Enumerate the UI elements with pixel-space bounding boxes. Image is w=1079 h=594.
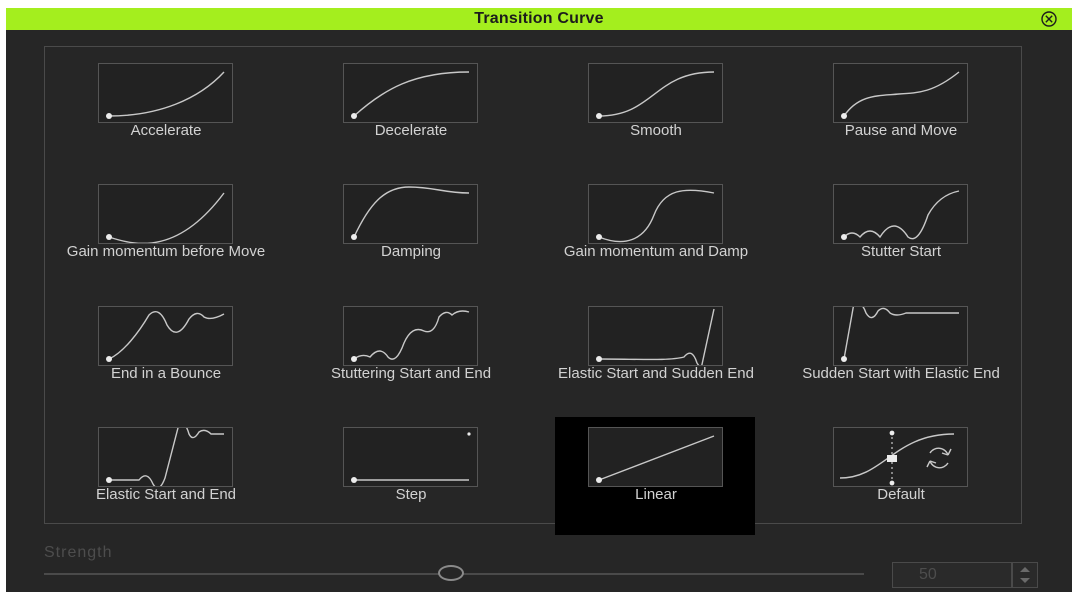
step-curve-icon [343,427,478,487]
preset-label: Pause and Move [844,122,958,139]
strength-value-input[interactable]: 50 [892,562,1012,588]
elastic-start-sudden-end-curve-icon [588,306,723,366]
preset-gain-momentum-and-damp[interactable]: Gain momentum and Damp [545,174,748,292]
preset-label: End in a Bounce [110,365,222,382]
preset-accelerate[interactable]: Accelerate [55,53,255,171]
preset-label: Step [395,486,427,503]
preset-elastic-start-sudden-end[interactable]: Elastic Start and Sudden End [545,296,754,414]
preset-default[interactable]: Default [790,417,990,535]
stuttering-start-and-end-curve-icon [343,306,478,366]
spin-up-icon[interactable] [1013,563,1037,575]
preset-linear[interactable]: Linear [555,417,755,535]
default-curve-icon [833,427,968,487]
preset-elastic-start-and-end[interactable]: Elastic Start and End [55,417,255,535]
preset-stutter-start[interactable]: Stutter Start [790,174,990,292]
dialog-title: Transition Curve [474,10,604,27]
title-bar[interactable]: Transition Curve [6,8,1072,30]
accelerate-curve-icon [98,63,233,123]
preset-sudden-start-elastic-end[interactable]: Sudden Start with Elastic End [790,296,1000,414]
preset-grid: Accelerate Decelerate Smooth Pause and M… [44,46,1022,535]
pause-and-move-curve-icon [833,63,968,123]
preset-stuttering-start-and-end[interactable]: Stuttering Start and End [300,296,500,414]
gain-momentum-and-damp-curve-icon [588,184,723,244]
preset-step[interactable]: Step [300,417,500,535]
decelerate-curve-icon [343,63,478,123]
gain-momentum-before-move-curve-icon [98,184,233,244]
strength-spinner[interactable] [1012,562,1038,588]
preset-decelerate[interactable]: Decelerate [300,53,500,171]
preset-label: Stutter Start [860,243,942,260]
preset-damping[interactable]: Damping [300,174,500,292]
preset-label: Default [877,486,925,503]
preset-label: Gain momentum and Damp [563,243,749,260]
preset-smooth[interactable]: Smooth [545,53,745,171]
preset-label: Smooth [630,122,682,139]
preset-pause-and-move[interactable]: Pause and Move [790,53,990,171]
preset-label: Gain momentum before Move [66,243,266,260]
end-in-a-bounce-curve-icon [98,306,233,366]
stutter-start-curve-icon [833,184,968,244]
close-icon[interactable] [1040,10,1058,28]
preset-gain-momentum-before-move[interactable]: Gain momentum before Move [55,174,265,292]
smooth-curve-icon [588,63,723,123]
preset-label: Stuttering Start and End [330,365,492,382]
sudden-start-elastic-end-curve-icon [833,306,968,366]
damping-curve-icon [343,184,478,244]
strength-label: Strength [44,544,113,561]
strength-slider-handle[interactable] [438,565,464,581]
preset-label: Accelerate [130,122,202,139]
preset-label: Decelerate [374,122,448,139]
preset-label: Elastic Start and Sudden End [558,365,754,382]
preset-label: Elastic Start and End [95,486,237,503]
preset-end-in-a-bounce[interactable]: End in a Bounce [55,296,255,414]
spin-down-icon[interactable] [1013,575,1037,587]
preset-label: Sudden Start with Elastic End [802,365,1000,382]
preset-label: Linear [635,486,677,503]
transition-curve-dialog: Transition Curve Accelerate Decelerate S… [6,8,1072,592]
elastic-start-and-end-curve-icon [98,427,233,487]
preset-label: Damping [380,243,442,260]
linear-curve-icon [588,427,723,487]
